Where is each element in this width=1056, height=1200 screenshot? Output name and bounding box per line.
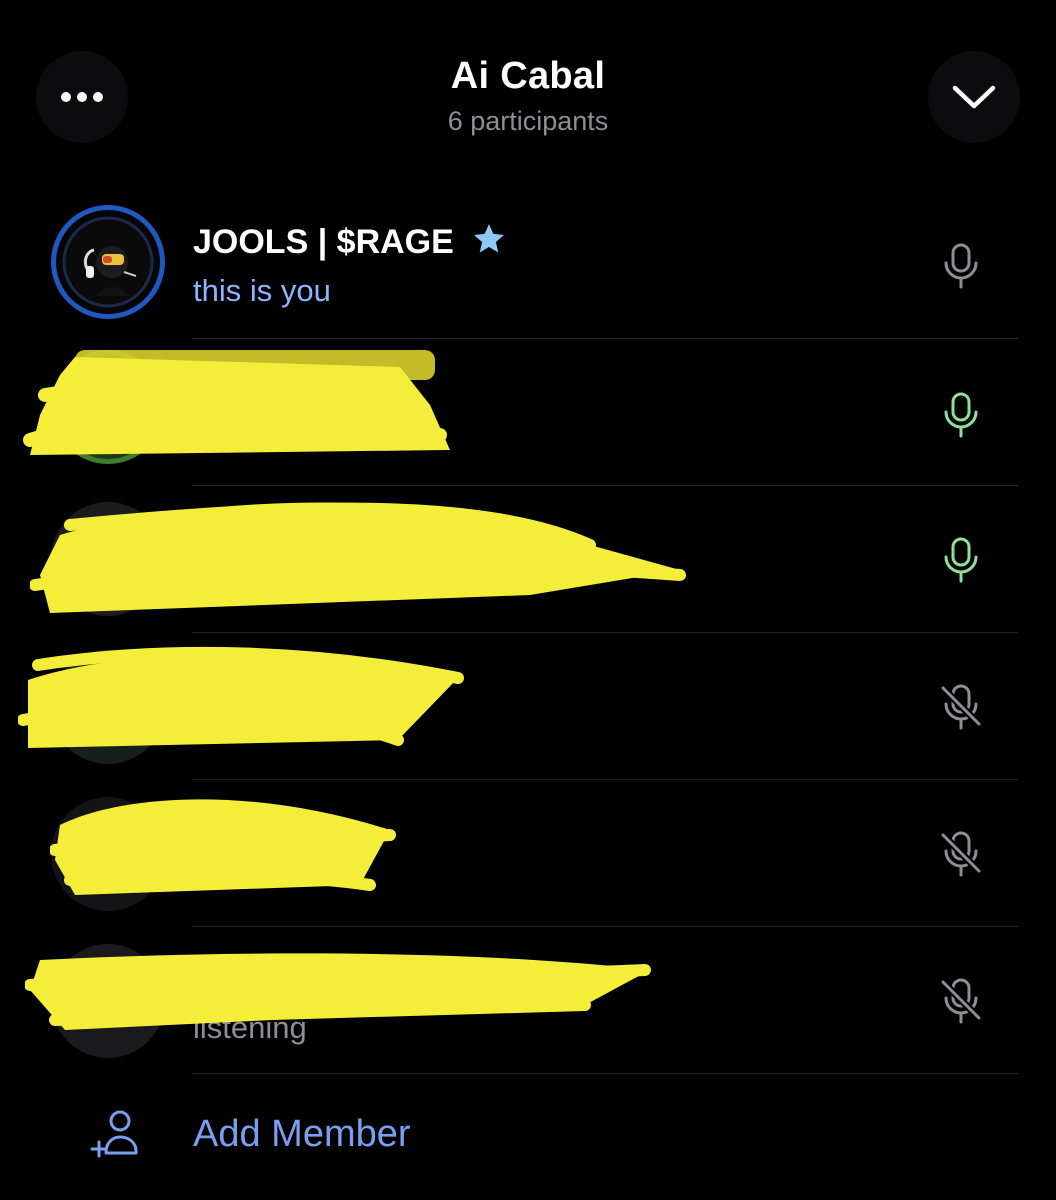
add-member-button[interactable]: Add Member (0, 1085, 1056, 1185)
avatar (51, 350, 165, 464)
avatar (51, 502, 165, 616)
avatar (51, 944, 165, 1058)
divider (192, 338, 1018, 339)
chevron-down-icon (952, 85, 996, 109)
participant-row[interactable] (0, 487, 1056, 634)
add-member-label: Add Member (193, 1113, 411, 1155)
participant-row[interactable] (0, 781, 1056, 928)
divider (192, 485, 1018, 486)
mic-icon (944, 243, 978, 289)
avatar (51, 205, 165, 319)
mic-icon (944, 537, 978, 583)
mic-icon (944, 392, 978, 438)
mic-off-icon (940, 684, 982, 730)
divider (192, 632, 1018, 633)
collapse-button[interactable] (928, 51, 1020, 143)
avatar (51, 797, 165, 911)
mic-off-icon (940, 831, 982, 877)
participant-row[interactable] (0, 634, 1056, 781)
participant-count: 6 participants (447, 106, 609, 136)
divider (192, 926, 1018, 927)
star-icon (474, 224, 505, 253)
participant-row[interactable] (0, 340, 1056, 487)
participant-row-self[interactable]: JOOLS | $RAGE this is you (0, 195, 1056, 342)
divider (192, 779, 1018, 780)
mic-off-icon (940, 978, 982, 1024)
participant-name: JOOLS | $RAGE (193, 221, 507, 262)
page-title: Ai Cabal (450, 55, 606, 97)
avatar (51, 650, 165, 764)
participant-status: this is you (193, 273, 331, 308)
add-person-icon (90, 1110, 138, 1158)
participant-status: listening (193, 1010, 307, 1045)
divider (192, 1073, 1018, 1074)
participant-row[interactable]: listening (0, 928, 1056, 1075)
